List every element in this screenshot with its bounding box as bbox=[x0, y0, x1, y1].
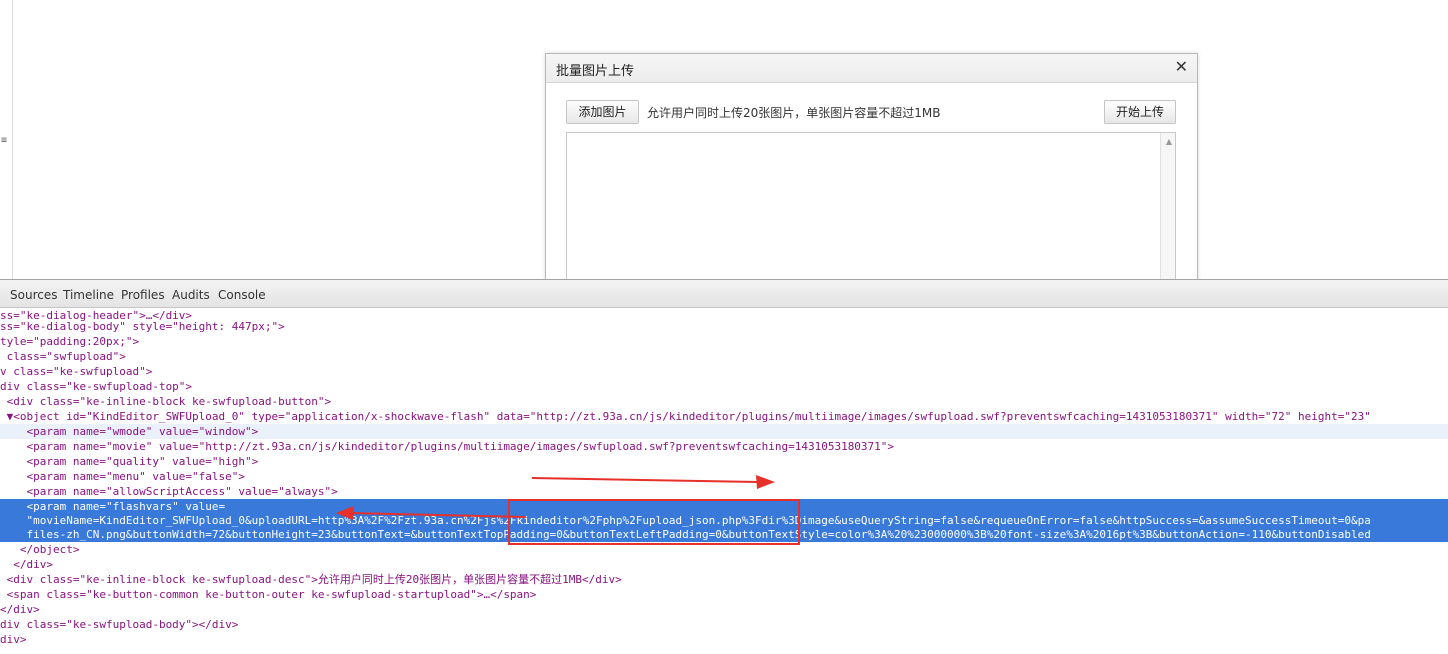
start-upload-button[interactable]: 开始上传 bbox=[1104, 100, 1176, 124]
batch-upload-dialog: 批量图片上传 ✕ 添加图片 允许用户同时上传20张图片，单张图片容量不超过1MB… bbox=[545, 53, 1198, 304]
dom-node-line[interactable]: div class="ke-swfupload-top"> bbox=[0, 379, 1448, 394]
scrollbar[interactable]: ▲ bbox=[1160, 133, 1175, 303]
dom-node-line[interactable]: tyle="padding:20px;"> bbox=[0, 334, 1448, 349]
elements-tree: ss="ke-dialog-header">…</div> ss="ke-dia… bbox=[0, 308, 1448, 654]
selected-node-value-line[interactable]: "movieName=KindEditor_SWFUpload_0&upload… bbox=[0, 513, 1448, 528]
dom-node-line[interactable]: ss="ke-dialog-body" style="height: 447px… bbox=[0, 319, 1448, 334]
tab-timeline[interactable]: Timeline bbox=[63, 288, 114, 302]
dom-node-line[interactable]: <param name="menu" value="false"> bbox=[0, 469, 1448, 484]
dom-node-line[interactable]: class="swfupload"> bbox=[0, 349, 1448, 364]
dom-node-line-object[interactable]: ▼<object id="KindEditor_SWFUpload_0" typ… bbox=[0, 409, 1448, 424]
dom-node-line[interactable]: div> bbox=[0, 632, 1448, 647]
devtools-tab-bar: Sources Timeline Profiles Audits Console bbox=[0, 280, 1448, 308]
dom-node-line[interactable]: <param name="wmode" value="window"> bbox=[0, 424, 1448, 439]
tab-console[interactable]: Console bbox=[218, 288, 266, 302]
tab-audits[interactable]: Audits bbox=[172, 288, 210, 302]
tab-sources[interactable]: Sources bbox=[10, 288, 57, 302]
dialog-title: 批量图片上传 bbox=[556, 64, 635, 79]
dom-node-line[interactable]: </div> bbox=[0, 557, 1448, 572]
dom-node-line[interactable]: <div class="ke-inline-block ke-swfupload… bbox=[0, 394, 1448, 409]
resize-grip-icon[interactable]: ≡ bbox=[1, 136, 7, 146]
tab-profiles[interactable]: Profiles bbox=[121, 288, 165, 302]
selected-node-line[interactable]: <param name="flashvars" value= bbox=[0, 499, 1448, 514]
close-icon[interactable]: ✕ bbox=[1175, 57, 1188, 76]
dom-node-line[interactable]: <div class="ke-inline-block ke-swfupload… bbox=[0, 572, 1448, 587]
dom-node-line[interactable]: </div> bbox=[0, 602, 1448, 617]
add-image-button[interactable]: 添加图片 bbox=[566, 100, 639, 124]
dom-node-line[interactable]: <span class="ke-button-common ke-button-… bbox=[0, 587, 1448, 602]
dialog-header: 批量图片上传 ✕ bbox=[546, 54, 1197, 83]
dom-node-line[interactable]: <param name="allowScriptAccess" value="a… bbox=[0, 484, 1448, 499]
dom-node-line[interactable]: div class="ke-swfupload-body"></div> bbox=[0, 617, 1448, 632]
left-panel-edge[interactable]: ≡ bbox=[0, 0, 13, 282]
page-viewport: ≡ 批量图片上传 ✕ 添加图片 允许用户同时上传20张图片，单张图片容量不超过1… bbox=[0, 0, 1448, 304]
dom-node-line[interactable]: </object> bbox=[0, 542, 1448, 557]
upload-description: 允许用户同时上传20张图片，单张图片容量不超过1MB bbox=[647, 106, 941, 120]
devtools-panel: Sources Timeline Profiles Audits Console… bbox=[0, 279, 1448, 654]
dom-node-line[interactable]: <param name="movie" value="http://zt.93a… bbox=[0, 439, 1448, 454]
selected-node-value-line[interactable]: files-zh_CN.png&buttonWidth=72&buttonHei… bbox=[0, 527, 1448, 542]
scroll-up-icon[interactable]: ▲ bbox=[1166, 137, 1172, 146]
dom-node-line[interactable]: <param name="quality" value="high"> bbox=[0, 454, 1448, 469]
dom-node-line[interactable]: v class="ke-swfupload"> bbox=[0, 364, 1448, 379]
